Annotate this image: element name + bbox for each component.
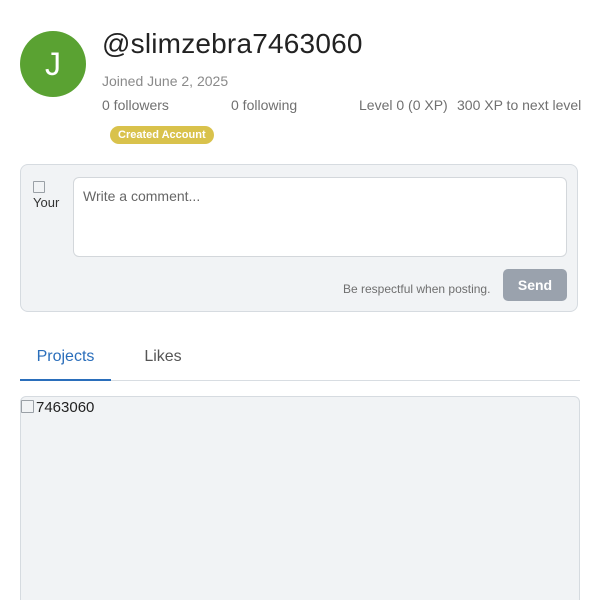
followers-count[interactable]: 0 followers [102, 97, 169, 113]
level-label: Level 0 (0 XP) [359, 97, 448, 113]
joined-date: Joined June 2, 2025 [102, 73, 229, 89]
project-panel: 7463060 [20, 396, 580, 600]
comment-avatar: Your [33, 179, 65, 211]
created-account-badge: Created Account [110, 126, 214, 144]
comment-hint: Be respectful when posting. [343, 282, 491, 296]
comment-composer: Your Be respectful when posting. Send [20, 164, 578, 312]
send-button[interactable]: Send [503, 269, 567, 301]
profile-page: J @slimzebra7463060 Joined June 2, 2025 … [0, 0, 600, 600]
project-thumbnail-alt: 7463060 [36, 399, 95, 416]
tab-likes[interactable]: Likes [143, 348, 183, 379]
broken-image-icon [21, 400, 34, 413]
broken-image-icon [33, 181, 45, 193]
comment-avatar-alt: Your [33, 195, 60, 210]
profile-stats: 0 followers 0 following Level 0 (0 XP) 3… [102, 97, 582, 117]
username: @slimzebra7463060 [102, 28, 363, 59]
next-level-label: 300 XP to next level [457, 97, 582, 113]
avatar: J [20, 31, 86, 97]
following-count[interactable]: 0 following [231, 97, 297, 113]
profile-tabs: Projects Likes [20, 340, 580, 381]
avatar-letter: J [45, 45, 61, 82]
tab-projects[interactable]: Projects [20, 348, 111, 381]
comment-input[interactable] [73, 177, 567, 257]
project-thumbnail[interactable]: 7463060 [21, 399, 94, 416]
